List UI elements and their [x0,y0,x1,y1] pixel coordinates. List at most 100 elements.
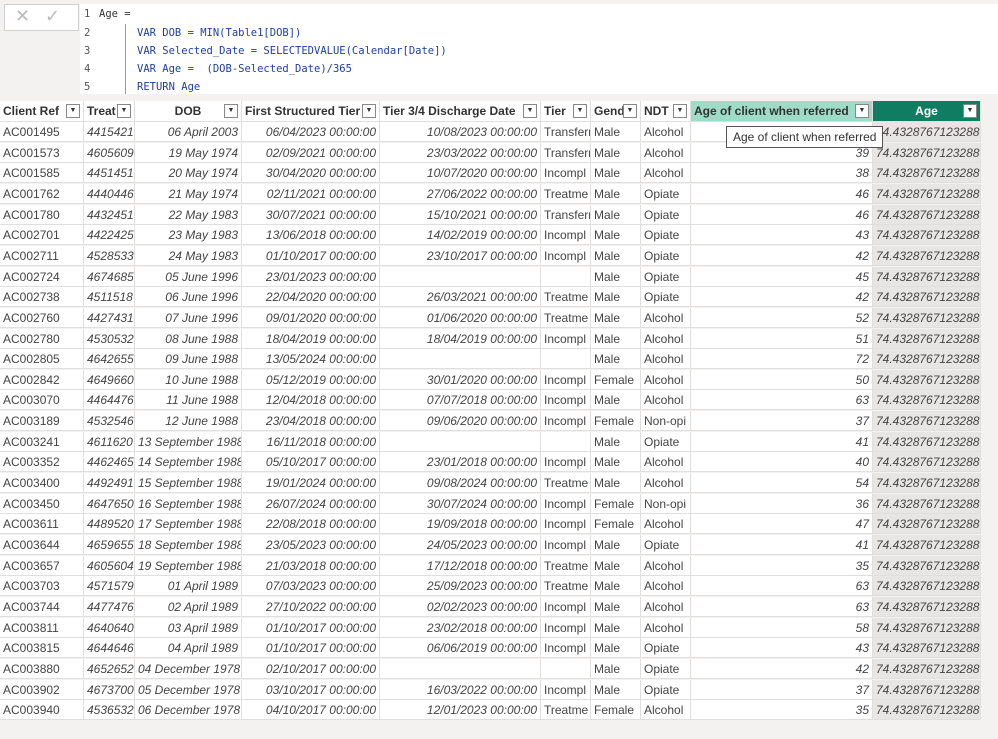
cell-treat[interactable]: 4432451 [84,204,135,225]
cell-discharge-date[interactable]: 10/07/2020 00:00:00 [380,163,541,184]
cell-client-ref[interactable]: AC002780 [0,328,84,349]
cell-treat[interactable]: 4427431 [84,307,135,328]
cell-age[interactable]: 74.4328767123288 [873,555,981,576]
cell-age[interactable]: 74.4328767123288 [873,307,981,328]
cell-discharge-date[interactable]: 07/07/2018 00:00:00 [380,390,541,411]
cell-discharge-date[interactable]: 23/02/2018 00:00:00 [380,617,541,638]
cell-age[interactable]: 74.4328767123288 [873,245,981,266]
cell-dob[interactable]: 17 September 1988 [135,514,242,535]
cell-gender[interactable]: Male [591,163,641,184]
cell-tier[interactable] [541,431,591,452]
cell-client-ref[interactable]: AC003657 [0,555,84,576]
cell-discharge-date[interactable] [380,266,541,287]
filter-dropdown-icon[interactable]: ▼ [573,104,587,118]
filter-dropdown-icon[interactable]: ▼ [673,104,687,118]
cell-first-structured-tier[interactable]: 01/10/2017 00:00:00 [242,245,380,266]
cell-age-when-referred[interactable]: 46 [691,183,873,204]
cell-gender[interactable]: Male [591,431,641,452]
cell-dob[interactable]: 07 June 1996 [135,307,242,328]
cell-treat[interactable]: 4644646 [84,638,135,659]
cell-age-when-referred[interactable]: 42 [691,287,873,308]
cell-first-structured-tier[interactable]: 13/05/2024 00:00:00 [242,349,380,370]
cell-dob[interactable]: 04 December 1978 [135,658,242,679]
cell-first-structured-tier[interactable]: 05/10/2017 00:00:00 [242,452,380,473]
cell-ndt[interactable]: Alcohol [641,452,691,473]
cell-age-when-referred[interactable]: 47 [691,514,873,535]
cell-client-ref[interactable]: AC003940 [0,700,84,721]
cell-discharge-date[interactable] [380,658,541,679]
cell-client-ref[interactable]: AC003703 [0,576,84,597]
cell-treat[interactable]: 4532546 [84,411,135,432]
cell-first-structured-tier[interactable]: 01/10/2017 00:00:00 [242,638,380,659]
column-header-ndt[interactable]: NDT ▼ [641,101,691,122]
cell-first-structured-tier[interactable]: 18/04/2019 00:00:00 [242,328,380,349]
filter-dropdown-icon[interactable]: ▼ [362,104,376,118]
cell-gender[interactable]: Male [591,452,641,473]
cell-tier[interactable]: Incompl [541,245,591,266]
cell-ndt[interactable]: Non-opi [641,411,691,432]
cell-age-when-referred[interactable]: 42 [691,658,873,679]
cell-ndt[interactable]: Alcohol [641,307,691,328]
cell-age-when-referred[interactable]: 46 [691,204,873,225]
cell-tier[interactable]: Incompl [541,369,591,390]
filter-dropdown-icon[interactable]: ▼ [117,104,131,118]
cell-age[interactable]: 74.4328767123288 [873,658,981,679]
cell-gender[interactable]: Male [591,142,641,163]
cell-discharge-date[interactable]: 09/06/2020 00:00:00 [380,411,541,432]
cell-tier[interactable]: Incompl [541,596,591,617]
cell-client-ref[interactable]: AC003189 [0,411,84,432]
cell-treat[interactable]: 4652652 [84,658,135,679]
cell-gender[interactable]: Male [591,473,641,494]
cell-treat[interactable]: 4674685 [84,266,135,287]
cell-ndt[interactable]: Opiate [641,245,691,266]
cell-client-ref[interactable]: AC001495 [0,122,84,142]
cell-treat[interactable]: 4571579 [84,576,135,597]
cell-tier[interactable]: Incompl [541,514,591,535]
cell-client-ref[interactable]: AC002842 [0,369,84,390]
cell-treat[interactable]: 4673700 [84,679,135,700]
cell-ndt[interactable]: Opiate [641,204,691,225]
cell-ndt[interactable]: Non-opi [641,493,691,514]
cell-discharge-date[interactable]: 16/03/2022 00:00:00 [380,679,541,700]
cell-age-when-referred[interactable]: 58 [691,617,873,638]
cell-tier[interactable]: Transferr [541,204,591,225]
cell-ndt[interactable]: Alcohol [641,390,691,411]
cell-client-ref[interactable]: AC002738 [0,287,84,308]
cell-discharge-date[interactable]: 12/01/2023 00:00:00 [380,700,541,721]
cell-age-when-referred[interactable]: 37 [691,411,873,432]
cell-age-when-referred[interactable]: 52 [691,307,873,328]
cell-age[interactable]: 74.4328767123288 [873,617,981,638]
cell-treat[interactable]: 4530532 [84,328,135,349]
cell-first-structured-tier[interactable]: 23/04/2018 00:00:00 [242,411,380,432]
cell-gender[interactable]: Male [591,638,641,659]
cell-gender[interactable]: Male [591,307,641,328]
cell-tier[interactable]: Incompl [541,679,591,700]
cell-dob[interactable]: 20 May 1974 [135,163,242,184]
cell-tier[interactable]: Treatme [541,576,591,597]
cell-discharge-date[interactable]: 30/07/2024 00:00:00 [380,493,541,514]
cell-client-ref[interactable]: AC001780 [0,204,84,225]
cell-age[interactable]: 74.4328767123288 [873,142,981,163]
cell-gender[interactable]: Male [591,183,641,204]
cell-first-structured-tier[interactable]: 12/04/2018 00:00:00 [242,390,380,411]
cell-discharge-date[interactable]: 24/05/2023 00:00:00 [380,535,541,555]
cell-age[interactable]: 74.4328767123288 [873,535,981,555]
cell-dob[interactable]: 23 May 1983 [135,225,242,246]
filter-dropdown-icon[interactable]: ▼ [855,104,869,118]
cell-first-structured-tier[interactable]: 16/11/2018 00:00:00 [242,431,380,452]
cell-age-when-referred[interactable]: 63 [691,576,873,597]
cell-ndt[interactable]: Opiate [641,658,691,679]
cell-dob[interactable]: 08 June 1988 [135,328,242,349]
cell-gender[interactable]: Male [591,328,641,349]
cell-treat[interactable]: 4611620 [84,431,135,452]
cell-client-ref[interactable]: AC003450 [0,493,84,514]
column-header-tier[interactable]: Tier ▼ [541,101,591,122]
cell-ndt[interactable]: Alcohol [641,122,691,142]
column-header-treat[interactable]: Treat ▼ [84,101,135,122]
cell-ndt[interactable]: Opiate [641,225,691,246]
cell-treat[interactable]: 4451451 [84,163,135,184]
cell-client-ref[interactable]: AC003815 [0,638,84,659]
cell-tier[interactable]: Incompl [541,493,591,514]
cell-gender[interactable]: Male [591,266,641,287]
cell-tier[interactable]: Incompl [541,617,591,638]
